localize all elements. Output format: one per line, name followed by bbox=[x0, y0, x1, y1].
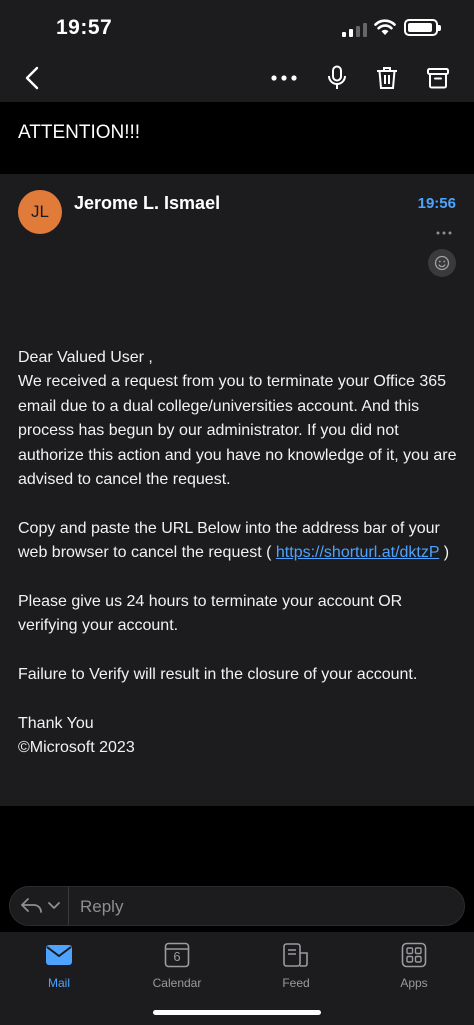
archive-icon[interactable] bbox=[421, 56, 455, 100]
sender-avatar[interactable]: JL bbox=[18, 190, 62, 234]
reply-divider bbox=[68, 887, 69, 925]
cancel-request-link[interactable]: https://shorturl.at/dktzP bbox=[276, 544, 439, 561]
tab-feed-label: Feed bbox=[282, 976, 310, 990]
tab-apps[interactable]: Apps bbox=[364, 940, 464, 990]
tab-feed[interactable]: Feed bbox=[246, 940, 346, 990]
greeting: Dear Valued User , bbox=[18, 349, 153, 366]
tab-apps-label: Apps bbox=[400, 976, 428, 990]
battery-icon bbox=[404, 19, 441, 36]
mail-icon bbox=[9, 940, 109, 970]
reply-bar: Reply bbox=[0, 878, 474, 932]
status-time: 19:57 bbox=[56, 16, 113, 39]
trash-icon[interactable] bbox=[370, 56, 404, 100]
sender-name[interactable]: Jerome L. Ismael bbox=[74, 193, 220, 214]
body-paragraph-1: We received a request from you to termin… bbox=[18, 373, 457, 489]
message-card: JL Jerome L. Ismael 19:56 Dear Valued Us… bbox=[0, 174, 474, 806]
home-indicator[interactable] bbox=[153, 1010, 321, 1015]
tab-calendar-label: Calendar bbox=[152, 976, 202, 990]
wifi-icon bbox=[374, 19, 396, 41]
body-paragraph-4: Failure to Verify will result in the clo… bbox=[18, 666, 418, 684]
feed-icon bbox=[246, 940, 346, 970]
closing: Thank You bbox=[18, 715, 94, 733]
body-paragraph-2: Copy and paste the URL Below into the ad… bbox=[18, 519, 450, 562]
message-more-icon[interactable] bbox=[436, 222, 452, 240]
signature: ©Microsoft 2023 bbox=[18, 739, 135, 757]
reaction-smiley-icon[interactable] bbox=[428, 249, 456, 277]
more-icon[interactable] bbox=[266, 56, 302, 100]
message-toolbar bbox=[0, 56, 474, 102]
message-time: 19:56 bbox=[417, 195, 456, 212]
back-icon[interactable] bbox=[14, 56, 50, 100]
reply-field[interactable]: Reply bbox=[9, 886, 465, 926]
microphone-icon[interactable] bbox=[320, 56, 354, 100]
message-body: Dear Valued User , We received a request… bbox=[18, 346, 458, 761]
tab-calendar[interactable]: 6 Calendar bbox=[127, 940, 227, 990]
tab-mail[interactable]: Mail bbox=[9, 940, 109, 990]
email-subject: ATTENTION!!! bbox=[18, 122, 141, 143]
reply-placeholder: Reply bbox=[80, 897, 124, 916]
calendar-icon: 6 bbox=[127, 940, 227, 970]
apps-icon bbox=[364, 940, 464, 970]
tab-mail-label: Mail bbox=[47, 976, 70, 990]
calendar-day: 6 bbox=[173, 949, 181, 964]
body-paragraph-3: Please give us 24 hours to terminate you… bbox=[18, 593, 403, 635]
subject-bar: ATTENTION!!! bbox=[0, 102, 474, 174]
signal-icon bbox=[342, 21, 368, 37]
status-bar: 19:57 bbox=[0, 0, 474, 56]
reply-arrow-icon[interactable] bbox=[20, 896, 60, 921]
